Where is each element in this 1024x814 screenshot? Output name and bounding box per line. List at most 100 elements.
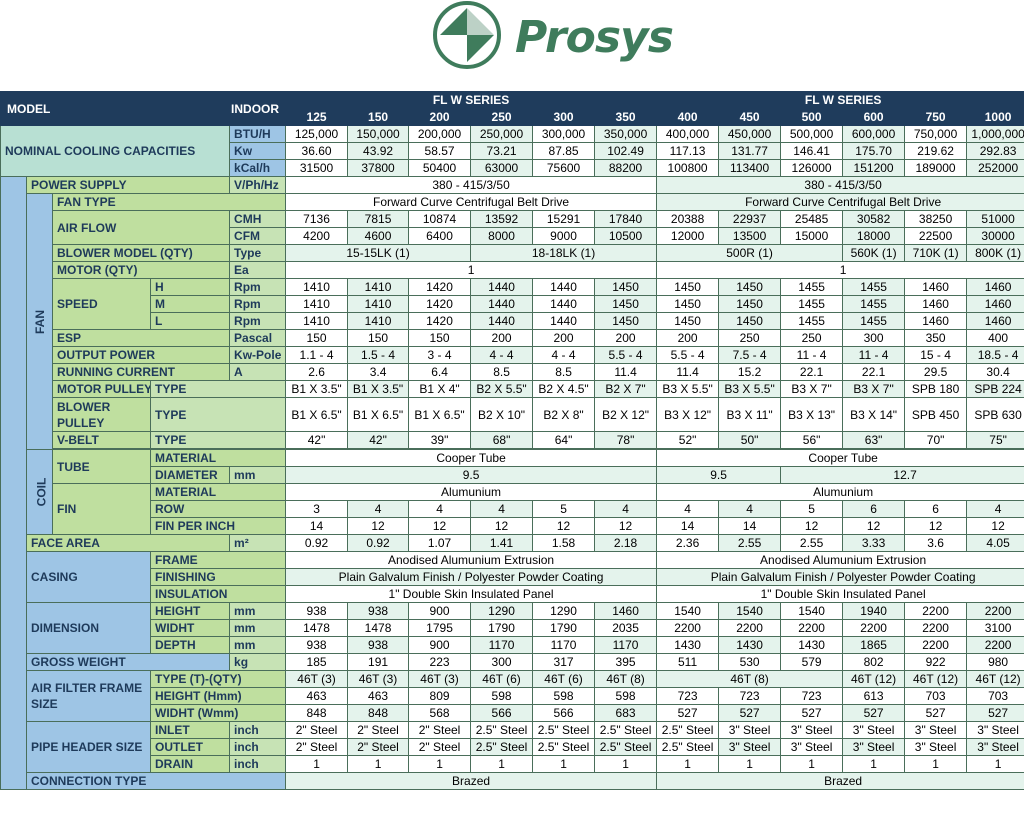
row-label: CONNECTION TYPE bbox=[25, 772, 287, 790]
value-cell: 4 bbox=[718, 500, 782, 518]
value-cell: B2 X 10" bbox=[470, 397, 534, 432]
table-cell: 1" Double Skin Insulated Panel bbox=[656, 585, 1024, 603]
value-cell: 14 bbox=[656, 517, 720, 535]
value-cell: 2.5" Steel bbox=[532, 721, 596, 739]
table-row: FIN MATERIAL Alumunium Alumunium bbox=[1, 483, 1024, 535]
value-cell: 1 bbox=[408, 755, 472, 773]
value-cell: 75600 bbox=[532, 159, 596, 177]
value-cell: 2" Steel bbox=[347, 721, 410, 739]
value-cell: 450,000 bbox=[718, 125, 782, 143]
table-row: BLOWER MODEL (QTY) Type 15-15LK (1) 18-18LK… bbox=[1, 244, 1024, 262]
table-cell: TYPE (T)-(QTY) bbox=[149, 670, 287, 688]
value-cell: B1 X 6.5" bbox=[408, 397, 472, 432]
value-cell: 848 bbox=[285, 704, 349, 722]
value-cell: 12 bbox=[532, 517, 596, 535]
table-row: INSULATION 1" Double Skin Insulated Panel… bbox=[1, 585, 1024, 603]
table-row: DIAMETER mm 9.5 9.5 12.7 bbox=[1, 466, 1024, 484]
value-cell: 7815 bbox=[347, 210, 410, 228]
value-cell: 1460 bbox=[966, 295, 1024, 313]
value-cell: 750,000 bbox=[904, 125, 968, 143]
value-cell: 30.4 bbox=[966, 363, 1024, 381]
table-row: ROW 3 4 4 4 5 4 4 4 5 6 6 4 bbox=[1, 500, 1024, 518]
value-cell: B3 X 7" bbox=[780, 380, 844, 398]
value-cell: 51000 bbox=[966, 210, 1024, 228]
value-cell: 300,000 bbox=[532, 125, 596, 143]
value-cell: 1460 bbox=[594, 602, 658, 620]
table-cell: 380 - 415/3/50 bbox=[656, 176, 1024, 194]
value-cell: 566 bbox=[470, 704, 534, 722]
value-cell: 1290 bbox=[532, 602, 596, 620]
value-cell: 22937 bbox=[718, 210, 782, 228]
value-cell: 2.5" Steel bbox=[470, 738, 534, 756]
value-cell: 2.55 bbox=[780, 534, 844, 552]
table-row: SPEED H Rpm 1410 1410 1420 1440 1440 1450 1450 145… bbox=[1, 278, 1024, 330]
value-cell: 2200 bbox=[966, 636, 1024, 654]
value-cell: 191 bbox=[347, 653, 410, 671]
value-cell: 1.07 bbox=[408, 534, 472, 552]
value-cell: 252000 bbox=[966, 159, 1024, 177]
value-cell: 703 bbox=[904, 687, 968, 705]
value-cell: 1 bbox=[470, 755, 534, 773]
value-cell: 1410 bbox=[285, 295, 349, 313]
table-cell: DEPTH bbox=[149, 636, 231, 654]
value-cell: 1450 bbox=[594, 312, 658, 330]
table-row: GROSS WEIGHT kg 185 191 223 300 317 395 511 530 57… bbox=[1, 653, 1024, 671]
value-cell: 22.1 bbox=[780, 363, 844, 381]
value-cell: 1460 bbox=[904, 278, 968, 296]
value-cell: 78" bbox=[594, 431, 658, 449]
value-cell: 4200 bbox=[285, 227, 349, 245]
value-cell: 3.33 bbox=[842, 534, 906, 552]
table-cell: Alumunium bbox=[656, 483, 1024, 501]
size-header: 150 bbox=[347, 108, 410, 126]
value-cell: 4 bbox=[470, 500, 534, 518]
unit-cell: m² bbox=[229, 534, 287, 552]
value-cell: 46T (8) bbox=[594, 670, 658, 688]
value-cell: SPB 224 bbox=[966, 380, 1024, 398]
value-cell: 1865 bbox=[842, 636, 906, 654]
value-cell: 723 bbox=[780, 687, 844, 705]
value-cell: 1440 bbox=[532, 312, 596, 330]
value-cell: B3 X 14" bbox=[842, 397, 906, 432]
table-cell: Brazed bbox=[656, 772, 1024, 790]
value-cell: 39" bbox=[408, 431, 472, 449]
value-cell: 37800 bbox=[347, 159, 410, 177]
table-row: FACE AREA m² 0.92 0.92 1.07 1.41 1.58 2.18 2.36 2… bbox=[1, 534, 1024, 552]
value-cell: 938 bbox=[347, 602, 410, 620]
value-cell: 848 bbox=[347, 704, 410, 722]
value-cell: 3.6 bbox=[904, 534, 968, 552]
value-cell: 300 bbox=[842, 329, 906, 347]
value-cell: 1455 bbox=[842, 278, 906, 296]
value-cell: 723 bbox=[718, 687, 782, 705]
value-cell: 292.83 bbox=[966, 142, 1024, 160]
value-cell: 46T (3) bbox=[408, 670, 472, 688]
value-cell: 1 bbox=[347, 755, 410, 773]
value-cell: 2.5" Steel bbox=[656, 738, 720, 756]
table-cell: Plain Galvalum Finish / Polyester Powder… bbox=[285, 568, 658, 586]
value-cell: 1455 bbox=[842, 312, 906, 330]
value-cell: 527 bbox=[842, 704, 906, 722]
unit-cell: inch bbox=[229, 755, 287, 773]
value-cell: B1 X 3.5" bbox=[347, 380, 410, 398]
table-row: DIMENSION HEIGHT mm 938 938 900 1290 1290 1460 15… bbox=[1, 602, 1024, 654]
value-cell: 68" bbox=[470, 431, 534, 449]
value-cell: 15 - 4 bbox=[904, 346, 968, 364]
value-cell: 3" Steel bbox=[904, 721, 968, 739]
value-cell: 42" bbox=[285, 431, 349, 449]
value-cell: B3 X 5.5" bbox=[656, 380, 720, 398]
value-cell: 1478 bbox=[285, 619, 349, 637]
value-cell: 2.5" Steel bbox=[470, 721, 534, 739]
row-label: FAN TYPE bbox=[51, 193, 287, 211]
size-header: 300 bbox=[532, 108, 596, 126]
value-cell: 5 bbox=[532, 500, 596, 518]
value-cell: 1450 bbox=[656, 278, 720, 296]
value-cell: 1170 bbox=[470, 636, 534, 654]
value-cell: 1450 bbox=[718, 295, 782, 313]
value-cell: 1.58 bbox=[532, 534, 596, 552]
value-cell: 6400 bbox=[408, 227, 472, 245]
unit-cell: BTU/H bbox=[229, 125, 287, 143]
value-cell: 3.4 bbox=[347, 363, 410, 381]
value-cell: 2200 bbox=[966, 602, 1024, 620]
table-row: CONNECTION TYPE Brazed Brazed bbox=[1, 772, 1024, 790]
value-cell: 4 bbox=[656, 500, 720, 518]
table-row: OUTLET inch 2" Steel 2" Steel 2" Steel 2.5" S… bbox=[1, 738, 1024, 756]
